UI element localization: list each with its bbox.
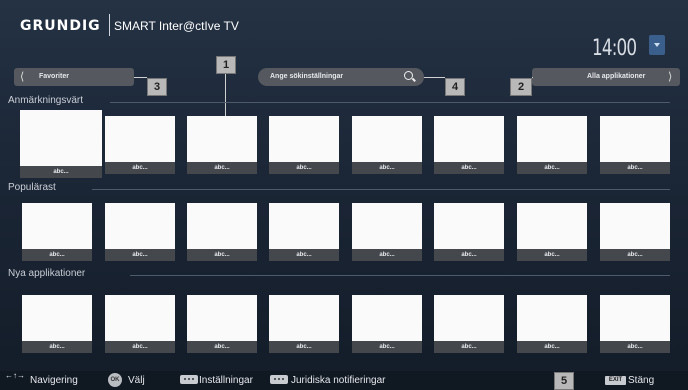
app-tile[interactable]: abc...: [352, 203, 422, 261]
app-tile[interactable]: abc...: [22, 295, 92, 353]
app-tile-caption: abc...: [187, 341, 257, 353]
app-tile-caption: abc...: [269, 249, 339, 261]
app-tile-caption: abc...: [517, 249, 587, 261]
section-divider: [92, 189, 670, 190]
navigation-arrows-icon: ←↑→: [5, 371, 25, 380]
app-tile-caption: abc...: [22, 249, 92, 261]
ok-key-icon: OK: [108, 373, 122, 387]
app-tile-caption: abc...: [20, 166, 102, 178]
app-tile[interactable]: abc...: [105, 295, 175, 353]
app-tile-caption: abc...: [269, 341, 339, 353]
app-tile-caption: abc...: [434, 249, 504, 261]
exit-key-icon: EXIT: [605, 376, 626, 385]
section-divider: [110, 102, 670, 103]
brand-logo: GRUNDIG: [20, 18, 101, 34]
app-tile-caption: abc...: [187, 249, 257, 261]
menu-key-icon: [180, 375, 198, 384]
app-tile-caption: abc...: [22, 341, 92, 353]
favorites-label: Favoriter: [39, 73, 69, 80]
app-tile-caption: abc...: [517, 162, 587, 174]
chevron-left-icon: ⟨: [20, 71, 25, 83]
section-title-popular: Populärast: [8, 182, 56, 193]
app-tile[interactable]: abc...: [187, 295, 257, 353]
app-tile-caption: abc...: [434, 341, 504, 353]
app-tile-caption: abc...: [105, 162, 175, 174]
hint-legal: Juridiska notifieringar: [291, 375, 386, 386]
callout-3-leader: [134, 77, 147, 78]
search-placeholder: Ange sökinställningar: [270, 73, 344, 80]
app-tile-caption: abc...: [187, 162, 257, 174]
app-tile[interactable]: abc...: [269, 116, 339, 174]
all-apps-button[interactable]: Alla applikationer ⟩: [532, 68, 680, 86]
app-tile-caption: abc...: [352, 162, 422, 174]
app-tile[interactable]: abc...: [105, 203, 175, 261]
app-tile[interactable]: abc...: [269, 203, 339, 261]
app-tile-caption: abc...: [352, 341, 422, 353]
section-divider: [130, 275, 670, 276]
app-tile[interactable]: abc...: [352, 295, 422, 353]
app-tile[interactable]: abc...: [187, 203, 257, 261]
app-tile-caption: abc...: [352, 249, 422, 261]
all-apps-label: Alla applikationer: [587, 73, 646, 80]
app-title: SMART Inter@ctIve TV: [114, 19, 239, 33]
clock: 14:00: [592, 36, 637, 61]
search-input[interactable]: Ange sökinställningar: [258, 68, 424, 86]
app-tile[interactable]: abc...: [434, 116, 504, 174]
header-divider: [109, 14, 110, 36]
callout-5: 5: [554, 372, 574, 390]
favorites-button[interactable]: ⟨ Favoriter: [14, 68, 134, 86]
app-tile[interactable]: abc...: [517, 116, 587, 174]
tv-screen: GRUNDIG SMART Inter@ctIve TV 14:00 ⟨ Fav…: [0, 0, 688, 390]
app-tile[interactable]: abc...: [600, 116, 670, 174]
app-tile-caption: abc...: [434, 162, 504, 174]
chevron-right-icon: ⟩: [668, 71, 673, 83]
app-tile[interactable]: abc...: [105, 116, 175, 174]
app-tile[interactable]: abc...: [517, 295, 587, 353]
app-tile[interactable]: abc...: [269, 295, 339, 353]
section-title-featured: Anmärkningsvärt: [8, 95, 84, 106]
app-tile[interactable]: abc...: [434, 203, 504, 261]
app-tile-caption: abc...: [517, 341, 587, 353]
app-tile-selected[interactable]: abc...: [20, 110, 102, 178]
hint-navigation: Navigering: [30, 375, 78, 386]
callout-1-leader: [225, 74, 226, 120]
app-tile-caption: abc...: [269, 162, 339, 174]
callout-2: 2: [510, 78, 532, 96]
app-tile[interactable]: abc...: [517, 203, 587, 261]
app-tile[interactable]: abc...: [187, 116, 257, 174]
app-tile-caption: abc...: [105, 341, 175, 353]
callout-2-leader: [532, 77, 533, 78]
callout-4: 4: [445, 78, 465, 96]
chevron-down-icon: [654, 43, 660, 47]
clock-dropdown-button[interactable]: [649, 35, 665, 55]
hint-close: Stäng: [628, 375, 655, 386]
hint-settings: Inställningar: [199, 375, 253, 386]
hint-select: Välj: [128, 375, 145, 386]
menu-key-icon: [270, 375, 288, 384]
callout-1: 1: [216, 56, 236, 74]
search-icon: [404, 71, 413, 80]
callout-4-leader: [424, 77, 445, 78]
app-tile-caption: abc...: [600, 341, 670, 353]
app-tile-caption: abc...: [600, 249, 670, 261]
app-tile[interactable]: abc...: [352, 116, 422, 174]
callout-3: 3: [147, 78, 167, 96]
app-tile-caption: abc...: [600, 162, 670, 174]
section-title-new-apps: Nya applikationer: [8, 268, 86, 279]
app-tile[interactable]: abc...: [434, 295, 504, 353]
app-tile-caption: abc...: [105, 249, 175, 261]
app-tile[interactable]: abc...: [22, 203, 92, 261]
app-tile[interactable]: abc...: [600, 203, 670, 261]
app-tile[interactable]: abc...: [600, 295, 670, 353]
